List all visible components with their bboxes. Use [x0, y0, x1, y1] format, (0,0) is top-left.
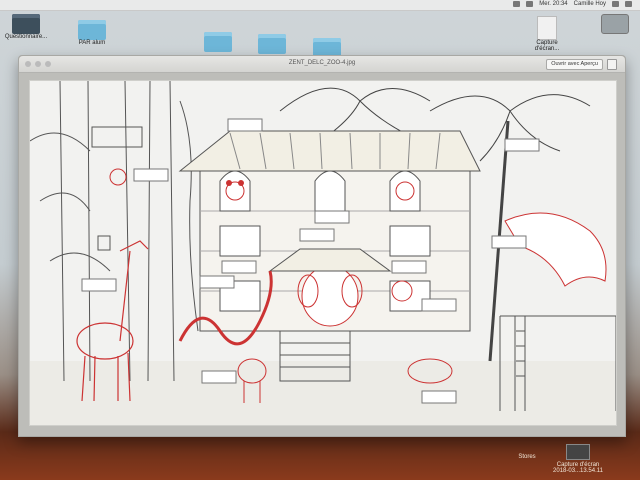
menu-bar: Mer. 20:34 Camille Hoy [0, 0, 640, 11]
user-name[interactable]: Camille Hoy [574, 1, 606, 7]
screenshot-date: 2018-03...13.54.11 [553, 468, 603, 474]
folder-icon [258, 34, 286, 54]
wifi-icon[interactable] [513, 1, 521, 7]
battery-icon[interactable] [526, 1, 534, 7]
image-canvas [29, 80, 617, 426]
search-icon[interactable] [612, 1, 619, 7]
folder-icon [12, 14, 40, 34]
desktop-icon-par-alum[interactable]: PAR alum [72, 20, 112, 46]
screenshot-file[interactable]: Capture d'écran 2018-03...13.54.11 [548, 444, 608, 474]
hard-drive-icon [601, 14, 629, 34]
screenshot-thumbnail [566, 444, 590, 460]
folder-icon [78, 20, 106, 40]
desktop-icon-folder-a[interactable] [203, 32, 233, 52]
desktop-icon-drive[interactable] [598, 14, 632, 34]
desktop-icon-questionnaire[interactable]: Questionnaire... [4, 14, 48, 40]
preview-window: ZENT_DELC_ZOO-4.jpg Ouvrir avec Aperçu [18, 55, 626, 437]
document-icon [537, 16, 557, 40]
open-with-preview-button[interactable]: Ouvrir avec Aperçu [546, 59, 603, 70]
menu-list-icon[interactable] [625, 1, 632, 7]
folder-icon [204, 32, 232, 52]
stores-label: Stores [518, 454, 536, 460]
stores-item[interactable]: Stores [512, 454, 542, 460]
desktop-icon-folder-b[interactable] [257, 34, 287, 54]
desktop-icon-label: Capture d'écran... [534, 40, 560, 52]
desktop-icon-label: PAR alum [78, 40, 106, 46]
share-icon[interactable] [607, 59, 617, 70]
window-title: ZENT_DELC_ZOO-4.jpg [288, 60, 356, 66]
desktop-icon-label: Questionnaire... [4, 34, 48, 40]
desktop-icon-capture[interactable]: Capture d'écran... [525, 16, 569, 52]
zoo-coloring-image [30, 81, 616, 425]
desktop-bottom: Stores Capture d'écran 2018-03...13.54.1… [0, 442, 640, 480]
window-titlebar[interactable]: ZENT_DELC_ZOO-4.jpg Ouvrir avec Aperçu [19, 56, 625, 73]
menu-bar-status: Mer. 20:34 Camille Hoy [513, 1, 632, 7]
clock[interactable]: Mer. 20:34 [539, 1, 567, 7]
